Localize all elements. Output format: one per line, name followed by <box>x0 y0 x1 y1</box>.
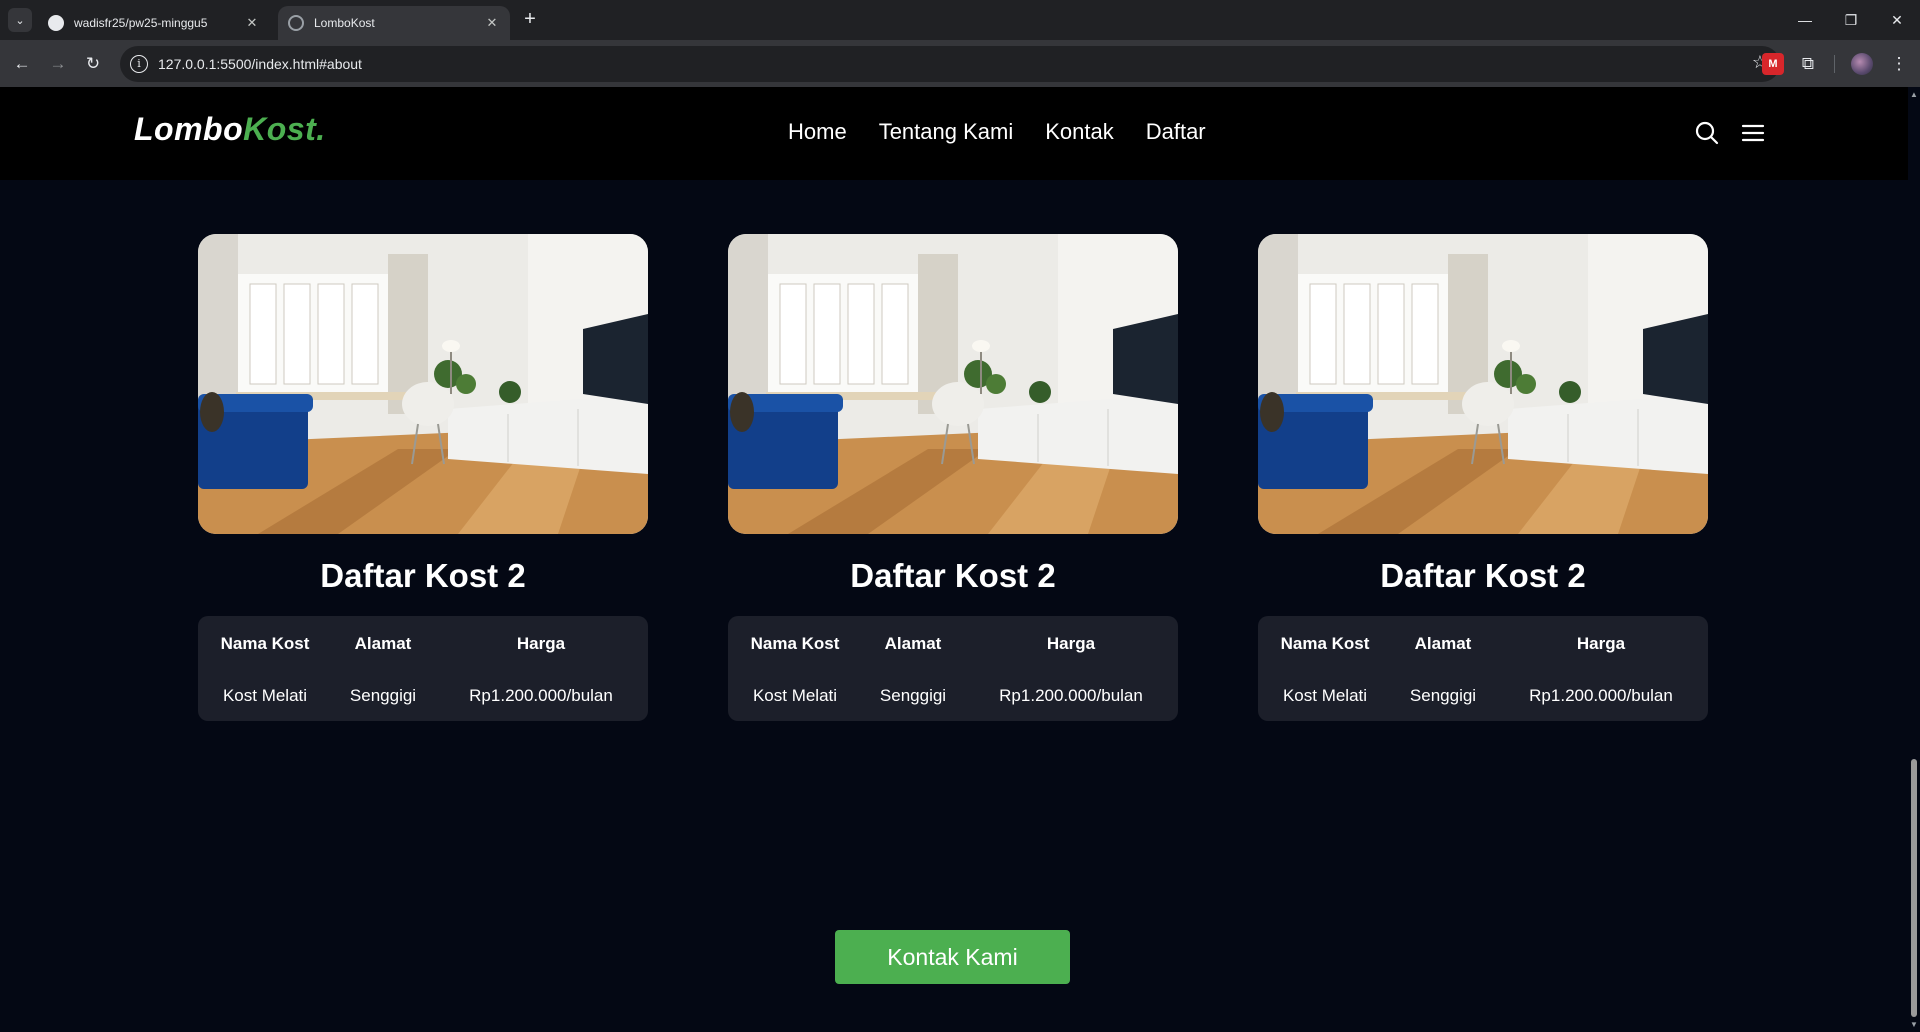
tab-github[interactable]: wadisfr25/pw25-minggu5 ✕ <box>38 6 270 40</box>
browser-tab-bar: ⌄ wadisfr25/pw25-minggu5 ✕ LomboKost ✕ +… <box>0 0 1920 40</box>
search-icon[interactable] <box>1694 120 1720 146</box>
hamburger-icon[interactable] <box>1740 120 1766 146</box>
close-tab-icon[interactable]: ✕ <box>484 15 500 31</box>
logo-text: Lombo <box>134 111 244 147</box>
restore-button[interactable]: ❐ <box>1828 6 1874 34</box>
table-cell-alamat: Senggigi <box>1409 686 1477 705</box>
kost-card: Daftar Kost 2 Nama Kost Alamat Harga Kos… <box>1258 234 1708 721</box>
extensions-puzzle-icon[interactable]: ⧉ <box>1797 53 1819 75</box>
page-scrollbar[interactable]: ▲ ▼ <box>1908 87 1920 1032</box>
card-title: Daftar Kost 2 <box>320 557 526 594</box>
table-header-nama: Nama Kost <box>1280 634 1370 653</box>
table-header-alamat: Alamat <box>884 634 942 653</box>
room-photo <box>198 234 648 534</box>
kost-info-table: Nama Kost Alamat Harga Kost Melati Sengg… <box>1258 616 1708 721</box>
reload-icon[interactable]: ↻ <box>79 50 107 78</box>
tab-lombokost[interactable]: LomboKost ✕ <box>278 6 510 40</box>
table-header-nama: Nama Kost <box>750 634 840 653</box>
forward-arrow-icon[interactable]: → <box>44 50 72 78</box>
menu-item-daftar[interactable]: Daftar <box>1146 119 1206 145</box>
kost-card: Daftar Kost 2 Nama Kost Alamat Harga Kos… <box>198 234 648 721</box>
table-header-harga: Harga <box>1576 634 1626 653</box>
back-arrow-icon[interactable]: ← <box>8 50 36 78</box>
table-cell-nama: Kost Melati <box>1282 686 1368 705</box>
close-tab-icon[interactable]: ✕ <box>244 15 260 31</box>
page-viewport: LomboKost. Home Tentang Kami Kontak Daft… <box>0 87 1920 1032</box>
site-info-icon[interactable]: i <box>130 55 148 73</box>
toolbar-divider <box>1834 55 1835 73</box>
scroll-down-arrow-icon[interactable]: ▼ <box>1910 1020 1918 1029</box>
url-text[interactable]: 127.0.0.1:5500/index.html#about <box>158 56 362 72</box>
address-bar[interactable]: i 127.0.0.1:5500/index.html#about ☆ <box>120 46 1780 82</box>
table-header-alamat: Alamat <box>1414 634 1472 653</box>
table-header-nama: Nama Kost <box>220 634 310 653</box>
github-icon <box>48 15 64 31</box>
tab-title: wadisfr25/pw25-minggu5 <box>74 16 208 30</box>
kost-info-table: Nama Kost Alamat Harga Kost Melati Sengg… <box>728 616 1178 721</box>
main-menu: Home Tentang Kami Kontak Daftar <box>788 119 1206 145</box>
browser-toolbar: ← → ↻ i 127.0.0.1:5500/index.html#about … <box>0 40 1920 87</box>
kost-card: Daftar Kost 2 Nama Kost Alamat Harga Kos… <box>728 234 1178 721</box>
browser-menu-icon[interactable]: ⋮ <box>1888 53 1910 75</box>
card-title: Daftar Kost 2 <box>850 557 1056 594</box>
profile-avatar[interactable] <box>1851 53 1873 75</box>
table-header-harga: Harga <box>1046 634 1096 653</box>
menu-item-kontak[interactable]: Kontak <box>1045 119 1114 145</box>
tab-search-button[interactable]: ⌄ <box>8 8 32 32</box>
table-cell-alamat: Senggigi <box>349 686 417 705</box>
table-header-harga: Harga <box>516 634 566 653</box>
scroll-up-arrow-icon[interactable]: ▲ <box>1910 90 1918 99</box>
logo-accent-text: Kost. <box>243 111 326 147</box>
table-cell-nama: Kost Melati <box>752 686 838 705</box>
close-window-button[interactable]: ✕ <box>1874 6 1920 34</box>
scrollbar-thumb[interactable] <box>1911 759 1917 1017</box>
table-cell-harga: Rp1.200.000/bulan <box>1529 686 1673 705</box>
table-cell-harga: Rp1.200.000/bulan <box>999 686 1143 705</box>
table-cell-nama: Kost Melati <box>222 686 308 705</box>
table-header-alamat: Alamat <box>354 634 412 653</box>
card-title: Daftar Kost 2 <box>1380 557 1586 594</box>
extension-icon[interactable]: M <box>1762 53 1784 75</box>
tab-title: LomboKost <box>314 16 375 30</box>
kost-info-table: Nama Kost Alamat Harga Kost Melati Sengg… <box>198 616 648 721</box>
site-logo[interactable]: LomboKost. <box>134 111 326 148</box>
menu-item-tentang-kami[interactable]: Tentang Kami <box>879 119 1014 145</box>
menu-item-home[interactable]: Home <box>788 119 847 145</box>
table-cell-harga: Rp1.200.000/bulan <box>469 686 613 705</box>
table-cell-alamat: Senggigi <box>879 686 947 705</box>
site-navbar: LomboKost. Home Tentang Kami Kontak Daft… <box>0 87 1908 180</box>
minimize-button[interactable]: — <box>1782 6 1828 34</box>
kontak-kami-button[interactable]: Kontak Kami <box>835 930 1070 984</box>
room-photo <box>1258 234 1708 534</box>
room-photo <box>728 234 1178 534</box>
globe-icon <box>288 15 304 31</box>
new-tab-button[interactable]: + <box>518 8 542 32</box>
